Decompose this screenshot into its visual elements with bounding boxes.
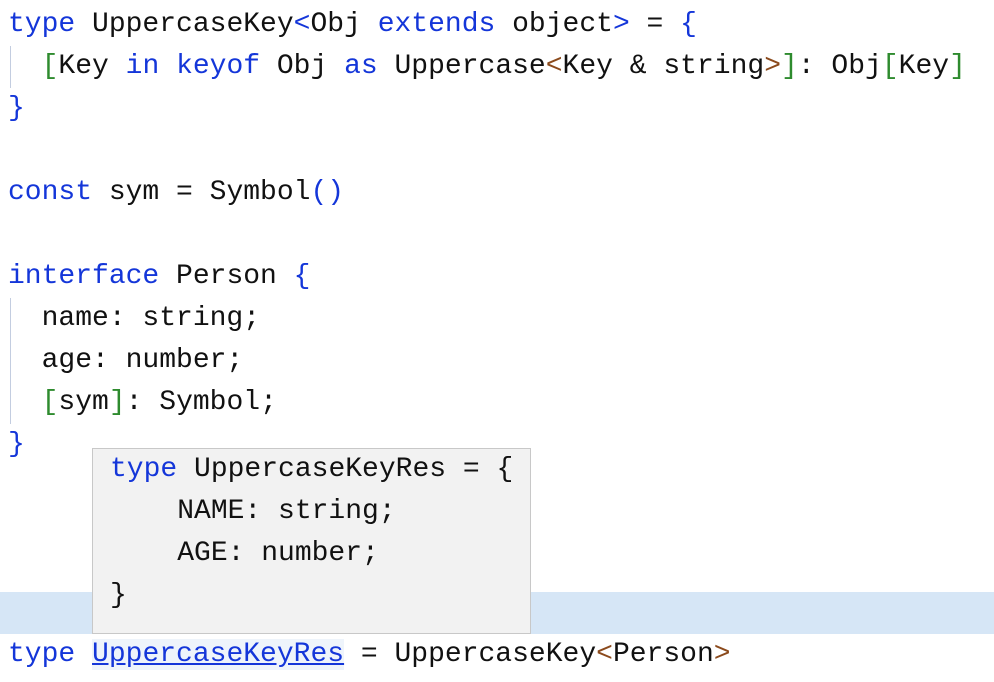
keyword-token: }	[8, 429, 25, 460]
code-token: Person	[159, 261, 294, 292]
code-token: ]	[781, 51, 798, 82]
code-line: interface Person {	[0, 256, 994, 298]
code-token: [	[881, 51, 899, 82]
code-token: =	[629, 9, 681, 40]
code-token: NAME: string;	[110, 496, 396, 527]
code-token: <	[545, 51, 563, 82]
keyword-token: extends	[377, 9, 496, 40]
type-name-link[interactable]: UppercaseKeyRes	[92, 639, 345, 670]
code-token: : Symbol;	[125, 387, 277, 418]
code-token: <	[596, 639, 613, 670]
keyword-token: <	[293, 9, 311, 40]
code-line: }	[93, 575, 530, 617]
code-line: name: string;	[0, 298, 994, 340]
keyword-token: type	[8, 9, 76, 40]
keyword-token: interface	[8, 261, 160, 292]
code-token: Key	[898, 51, 950, 82]
code-token: Obj	[310, 9, 378, 40]
code-token: Person	[612, 639, 714, 670]
code-line: [sym]: Symbol;	[0, 382, 994, 424]
code-token: sym	[58, 387, 109, 418]
code-token: UppercaseKeyRes = {	[177, 454, 514, 485]
keyword-token: in	[125, 51, 160, 82]
keyword-token: keyof	[176, 51, 261, 82]
keyword-token: >	[612, 9, 630, 40]
code-token: : Obj	[797, 51, 882, 82]
keyword-token: type	[8, 639, 76, 670]
code-token: age: number;	[8, 345, 244, 376]
code-token: Key	[58, 51, 126, 82]
code-line: [Key in keyof Obj as Uppercase<Key & str…	[0, 46, 994, 88]
code-token: ]	[108, 387, 126, 418]
keyword-token: {	[293, 261, 311, 292]
code-line: }	[0, 88, 994, 130]
code-token: Key & string	[562, 51, 765, 82]
code-token: sym = Symbol	[92, 177, 311, 208]
type-hover-tooltip: type UppercaseKeyRes = { NAME: string; A…	[92, 448, 531, 634]
code-line: type UppercaseKeyRes = UppercaseKey<Pers…	[0, 634, 994, 676]
code-token: }	[110, 580, 127, 611]
code-token: >	[764, 51, 781, 82]
keyword-token: {	[680, 9, 697, 40]
code-token: = UppercaseKey	[344, 639, 597, 670]
code-token: [	[41, 387, 59, 418]
keyword-token: }	[8, 93, 25, 124]
keyword-token: ()	[310, 177, 345, 208]
code-token: Uppercase	[377, 51, 546, 82]
code-token: object	[495, 9, 613, 40]
code-token: [	[41, 51, 59, 82]
code-line: type UppercaseKeyRes = {	[93, 449, 530, 491]
keyword-token: const	[8, 177, 93, 208]
code-token: name: string;	[8, 303, 261, 334]
keyword-token: as	[344, 51, 378, 82]
code-line: type UppercaseKey<Obj extends object> = …	[0, 4, 994, 46]
code-line: age: number;	[0, 340, 994, 382]
code-token: Obj	[260, 51, 345, 82]
code-line: NAME: string;	[93, 491, 530, 533]
keyword-token: type	[110, 454, 178, 485]
code-token: AGE: number;	[110, 538, 379, 569]
code-token: UppercaseKey	[75, 9, 294, 40]
code-token: >	[713, 639, 731, 670]
code-line: const sym = Symbol()	[0, 172, 994, 214]
code-line: AGE: number;	[93, 533, 530, 575]
code-token: ]	[949, 51, 966, 82]
